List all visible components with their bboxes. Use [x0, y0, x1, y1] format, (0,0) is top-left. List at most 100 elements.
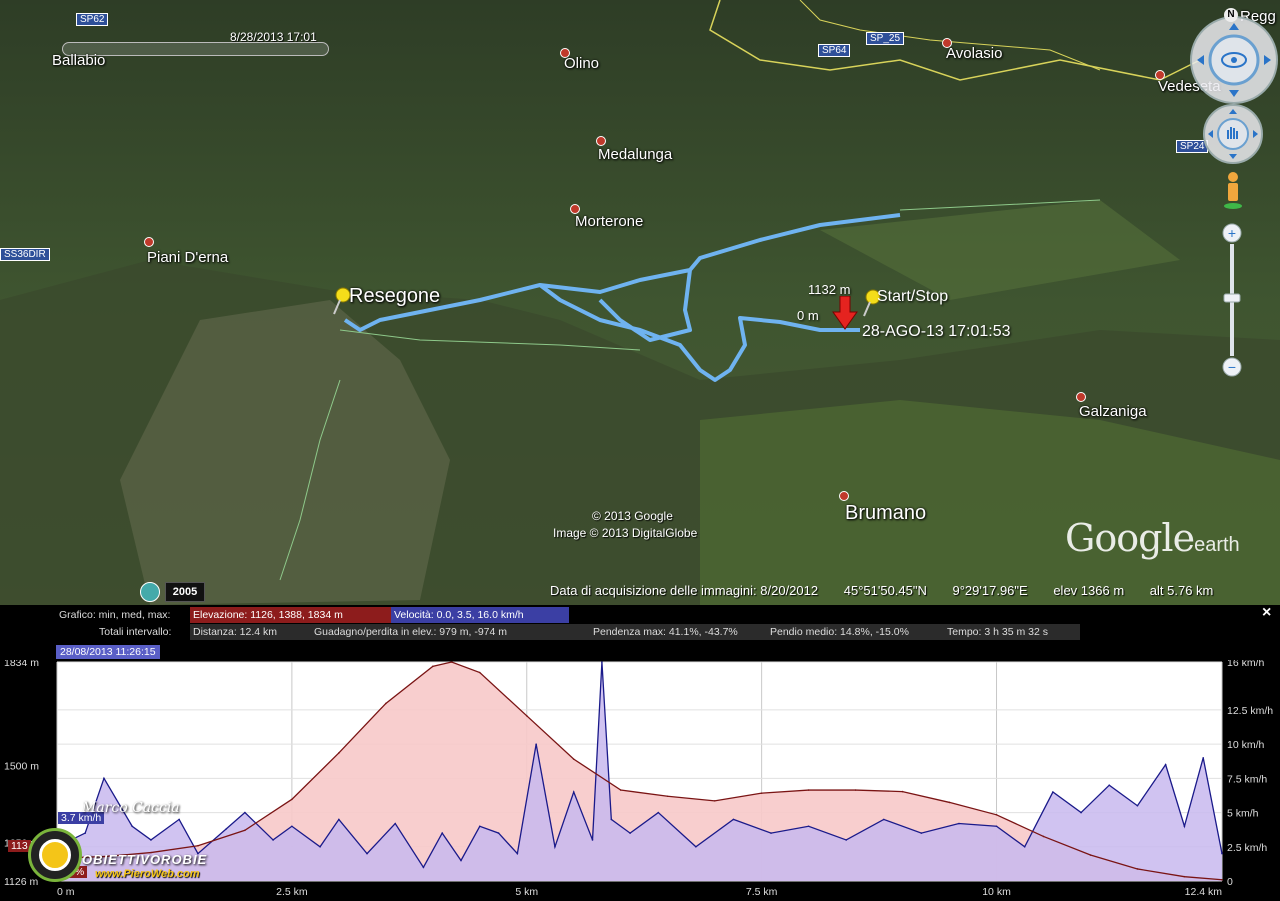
status-bar: Data di acquisizione delle immagini: 8/2… — [550, 583, 1235, 598]
historical-imagery-clock-icon[interactable] — [140, 582, 160, 602]
speed-point — [535, 743, 537, 745]
watermark-url: www.PieroWeb.com — [95, 868, 200, 880]
elevation: elev 1366 m — [1053, 583, 1125, 598]
elevation-point — [1183, 875, 1186, 878]
obiettivorobie-logo-icon — [28, 828, 82, 882]
elevation-point — [525, 715, 528, 717]
speed-stats[interactable]: Velocità: 0.0, 3.5, 16.0 km/h — [391, 607, 569, 623]
x-tick-label: 10 km — [982, 886, 1011, 898]
road-badge: SP62 — [76, 13, 109, 26]
road-badge: SS36DIR — [0, 248, 50, 261]
place-resegone[interactable]: Resegone — [349, 285, 440, 308]
place-piani-derna[interactable]: Piani D'erna — [147, 249, 228, 266]
position-arrow-icon — [832, 296, 858, 330]
logo-main-text: Google — [1065, 516, 1195, 560]
pushpin-icon[interactable] — [330, 286, 352, 316]
elevation-point — [760, 792, 763, 794]
y-right-tick-label: 10 km/h — [1227, 739, 1265, 751]
speed-point — [1183, 825, 1186, 828]
x-tick-label: 0 m — [57, 886, 75, 898]
speed-point — [958, 822, 960, 825]
gain-loss-stat: Guadagno/perdita in elev.: 979 m, -974 m — [311, 624, 591, 640]
speed-point — [441, 832, 444, 834]
road-badge: SP_25 — [866, 32, 905, 45]
y-right-tick-label: 16 km/h — [1227, 660, 1265, 669]
elevation-point — [1089, 854, 1092, 856]
y-right-tick-label: 12.5 km/h — [1227, 705, 1273, 717]
place-galzaniga[interactable]: Galzaniga — [1079, 403, 1147, 420]
map-view[interactable]: 8/28/2013 17:01 SP62 SP64 SP_25 SP24 SS3… — [0, 0, 1280, 605]
eye-icon — [1197, 23, 1271, 97]
speed-point — [422, 866, 425, 869]
latitude: 45°51'50.45"N — [843, 583, 927, 598]
avg-slope-stat: Pendio medio: 14.8%, -15.0% — [767, 624, 945, 640]
elevation-stats[interactable]: Elevazione: 1126, 1388, 1834 m — [190, 607, 392, 623]
elevation-point — [948, 801, 951, 804]
elevation-point — [385, 702, 387, 705]
place-medalunga[interactable]: Medalunga — [598, 146, 672, 163]
speed-point — [131, 825, 133, 828]
speed-point — [1164, 763, 1167, 766]
speed-point — [497, 832, 500, 834]
y-right-tick-label: 0 — [1227, 876, 1233, 888]
stats-row2-label: Totali intervallo: — [99, 626, 172, 638]
speed-point — [460, 859, 462, 862]
speed-point — [882, 818, 885, 821]
x-tick-label: 2.5 km — [276, 886, 308, 898]
speed-point — [591, 839, 594, 841]
north-icon[interactable]: N — [1224, 8, 1238, 22]
watermark-brand: OBIETTIVOROBIE — [82, 852, 208, 867]
cursor-date-box: 28/08/2013 11:26:15 — [56, 645, 160, 659]
look-joystick[interactable] — [1190, 16, 1278, 104]
stats-row-2: Totali intervallo: Distanza: 12.4 km Gua… — [0, 624, 1260, 640]
historical-imagery-year[interactable]: 2005 — [165, 582, 205, 602]
place-dot-icon — [1076, 392, 1086, 402]
speed-point — [478, 825, 481, 828]
elevation-point — [338, 752, 340, 754]
place-morterone[interactable]: Morterone — [575, 213, 643, 230]
elevation-marker-top: 1132 m — [808, 282, 851, 297]
speed-point — [807, 825, 810, 828]
speed-point — [1023, 845, 1026, 848]
speed-point — [84, 832, 86, 834]
y-left-tick-label: 1834 m — [4, 660, 39, 669]
y-left-tick-label: 1126 m — [4, 876, 38, 888]
google-earth-logo: Googleearth — [1065, 516, 1240, 560]
place-brumano[interactable]: Brumano — [845, 502, 926, 525]
max-slope-stat: Pendenza max: 41.1%, -43.7% — [590, 624, 768, 640]
elevation-point — [291, 798, 293, 801]
place-avolasio[interactable]: Avolasio — [946, 45, 1002, 62]
eye-altitude: alt 5.76 km — [1149, 583, 1214, 598]
logo-sub-text: earth — [1194, 534, 1240, 556]
place-ballabio[interactable]: Ballabio — [52, 52, 105, 69]
stats-row1-label: Grafico: min, med, max: — [59, 609, 171, 621]
time-stat: Tempo: 3 h 35 m 32 s — [944, 624, 1080, 640]
copyright-imagery: Image © 2013 DigitalGlobe — [553, 526, 698, 540]
elevation-point — [450, 661, 453, 663]
place-olino[interactable]: Olino — [564, 55, 599, 72]
y-right-tick-label: 2.5 km/h — [1227, 842, 1267, 854]
move-joystick[interactable] — [1203, 104, 1263, 164]
elevation-point — [1136, 868, 1139, 870]
speed-point — [995, 825, 998, 828]
elevation-marker-bottom: 0 m — [797, 308, 819, 323]
place-dot-icon — [839, 491, 849, 501]
x-tick-label: 5 km — [515, 886, 538, 898]
speed-point — [103, 777, 105, 780]
zoom-slider[interactable]: + − — [1221, 222, 1243, 378]
elevation-point — [666, 795, 669, 798]
elevation-point — [244, 829, 246, 832]
speed-point — [516, 852, 519, 855]
close-icon[interactable]: × — [1262, 604, 1271, 622]
street-view-pegman-icon[interactable] — [1222, 170, 1244, 212]
hand-icon — [1208, 109, 1258, 159]
speed-point — [150, 839, 152, 841]
speed-point — [695, 845, 697, 848]
stats-row-1: Grafico: min, med, max: Elevazione: 1126… — [0, 607, 1260, 623]
speed-point — [178, 818, 180, 821]
elevation-point — [432, 665, 434, 668]
speed-point — [1221, 852, 1223, 855]
copyright-google: © 2013 Google — [592, 509, 673, 523]
elevation-point — [1221, 878, 1223, 881]
speed-point — [770, 832, 772, 834]
